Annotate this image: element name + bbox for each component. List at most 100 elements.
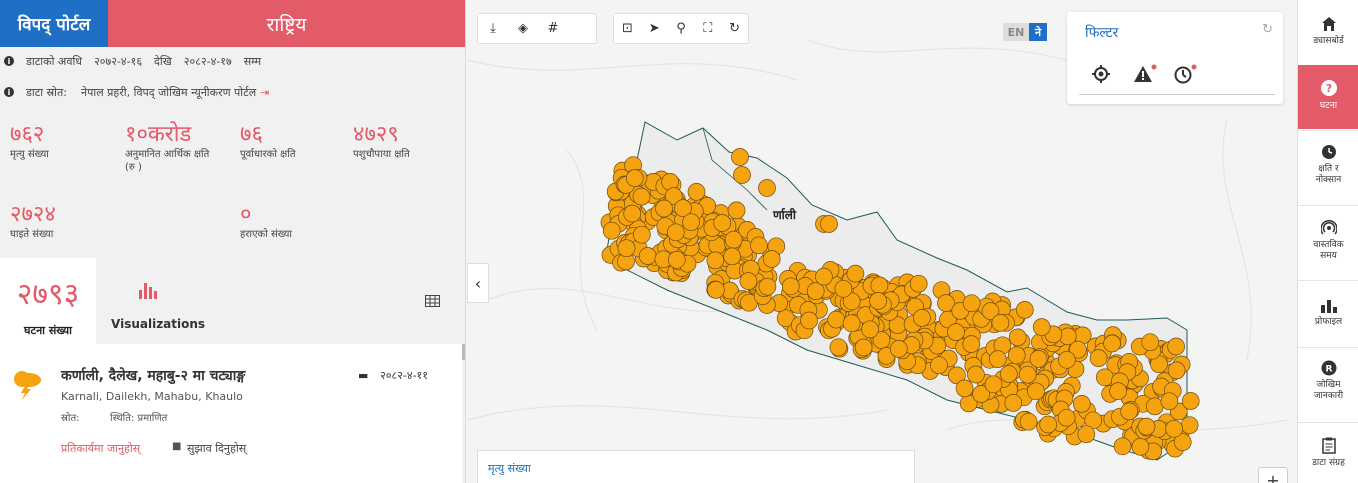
incident-marker[interactable] <box>667 250 686 269</box>
lang-en-button[interactable]: EN <box>1003 23 1029 41</box>
incident-marker[interactable] <box>655 199 673 218</box>
incident-marker[interactable] <box>666 223 685 242</box>
incident-marker[interactable] <box>889 340 908 358</box>
incident-marker[interactable] <box>1008 328 1027 347</box>
incident-marker[interactable] <box>602 221 621 240</box>
nav-realtime[interactable]: वास्तविक समय <box>1298 206 1358 278</box>
incident-marker[interactable] <box>758 277 777 296</box>
layers-icon[interactable]: ◈ <box>508 14 538 44</box>
incident-marker[interactable] <box>727 201 746 220</box>
incident-marker[interactable] <box>1077 425 1096 444</box>
incident-marker[interactable] <box>1004 394 1023 412</box>
incident-marker[interactable] <box>988 350 1007 368</box>
collapse-panel-button[interactable]: ‹ <box>467 263 489 303</box>
incident-marker[interactable] <box>909 274 928 293</box>
incident-marker[interactable] <box>623 204 642 223</box>
incident-marker[interactable] <box>984 375 1003 394</box>
incident-marker[interactable] <box>846 264 865 283</box>
incident-marker[interactable] <box>1165 419 1183 438</box>
incident-marker[interactable] <box>1089 349 1108 367</box>
incident-marker[interactable] <box>1141 333 1160 352</box>
incident-marker[interactable] <box>713 214 732 232</box>
incident-marker[interactable] <box>638 247 657 265</box>
map-area[interactable]: ⤓ ◈ # ⊡ ➤ ⚲ ⛶ ↻ EN ने फिल्टर ↻ ‹ र्णाली … <box>467 0 1297 483</box>
time-filter-icon[interactable] <box>1173 64 1197 84</box>
incident-marker[interactable] <box>1072 395 1091 413</box>
incident-marker[interactable] <box>1019 412 1038 431</box>
map-pin-icon[interactable]: ⚲ <box>668 14 695 44</box>
incident-marker[interactable] <box>1057 408 1076 427</box>
incident-title[interactable]: कर्णाली, दैलेख, महाबु-२ मा चट्याङ्ग <box>61 366 245 385</box>
incident-marker[interactable] <box>632 225 651 244</box>
incident-marker[interactable] <box>632 187 651 206</box>
incident-marker[interactable] <box>617 239 636 258</box>
incident-marker[interactable] <box>955 379 974 398</box>
incident-marker[interactable] <box>842 314 861 333</box>
incident-marker[interactable] <box>707 281 725 299</box>
refresh-icon[interactable]: ↻ <box>721 14 748 44</box>
lang-ne-button[interactable]: ने <box>1029 23 1047 41</box>
nav-loss-damage[interactable]: क्षति र नोक्सान <box>1298 131 1358 203</box>
incident-marker[interactable] <box>913 309 931 327</box>
reset-filter-icon[interactable]: ↻ <box>1262 22 1273 37</box>
incident-marker[interactable] <box>724 230 743 249</box>
incident-marker[interactable] <box>1131 437 1150 456</box>
incident-marker[interactable] <box>1007 346 1026 365</box>
incident-marker[interactable] <box>1167 361 1186 380</box>
scrollbar[interactable] <box>462 344 465 360</box>
incident-card[interactable]: कर्णाली, दैलेख, महाबु-२ मा चट्याङ्ग ▬ २०… <box>0 344 462 483</box>
incident-marker[interactable] <box>815 267 833 286</box>
incident-marker[interactable] <box>861 320 879 339</box>
incident-marker[interactable] <box>1120 402 1139 421</box>
tab-incident-count[interactable]: २७९३ घटना संख्या <box>0 258 96 344</box>
incident-marker[interactable] <box>962 294 981 313</box>
grid-icon[interactable]: # <box>538 14 568 44</box>
table-icon[interactable] <box>425 295 440 307</box>
incident-marker[interactable] <box>723 247 741 266</box>
incident-marker[interactable] <box>1103 334 1121 353</box>
incident-marker[interactable] <box>829 338 848 357</box>
zoom-area-icon[interactable]: ⊡ <box>614 14 641 44</box>
incident-marker[interactable] <box>781 277 800 296</box>
incident-marker[interactable] <box>1160 392 1179 411</box>
download-icon[interactable]: ⤓ <box>478 14 508 44</box>
incident-marker[interactable] <box>1095 368 1114 387</box>
incident-marker[interactable] <box>854 338 873 357</box>
locate-arrow-icon[interactable]: ➤ <box>641 14 668 44</box>
incident-marker[interactable] <box>739 272 758 290</box>
nav-data-archive[interactable]: डाटा संग्रह <box>1298 423 1358 483</box>
hazard-warning-icon[interactable] <box>1133 64 1157 84</box>
incident-marker[interactable] <box>870 276 889 295</box>
incident-marker[interactable] <box>706 251 725 270</box>
incident-marker[interactable] <box>930 356 948 375</box>
incident-marker[interactable] <box>1029 350 1048 368</box>
incident-marker[interactable] <box>820 215 838 233</box>
incident-marker[interactable] <box>1167 337 1185 356</box>
brand-title[interactable]: विपद् पोर्टल <box>0 0 108 47</box>
external-link-icon[interactable]: ⇥ <box>260 86 269 99</box>
incident-marker[interactable] <box>800 311 818 330</box>
incident-marker[interactable] <box>834 279 853 298</box>
incident-marker[interactable] <box>1137 417 1156 436</box>
incident-marker[interactable] <box>1032 318 1051 336</box>
tab-visualizations[interactable]: Visualizations <box>108 258 205 344</box>
incident-marker[interactable] <box>869 292 887 310</box>
incident-marker[interactable] <box>1180 416 1199 435</box>
incident-marker[interactable] <box>750 236 768 255</box>
nav-risk-info[interactable]: R जोखिम जानकारी <box>1298 348 1358 420</box>
incident-marker[interactable] <box>762 250 781 268</box>
incident-marker[interactable] <box>991 314 1010 332</box>
incident-marker[interactable] <box>967 365 985 384</box>
incident-marker[interactable] <box>758 179 776 197</box>
incident-marker[interactable] <box>1018 365 1037 384</box>
incident-marker[interactable] <box>731 148 749 166</box>
nav-incidents[interactable]: ? घटना <box>1298 65 1358 129</box>
incident-marker[interactable] <box>962 335 981 353</box>
incident-marker[interactable] <box>1057 350 1076 369</box>
go-to-response-link[interactable]: प्रतिकार्यमा जानुहोस् <box>61 441 140 456</box>
incident-marker[interactable] <box>999 365 1018 383</box>
location-target-icon[interactable] <box>1091 64 1111 84</box>
incident-marker[interactable] <box>827 310 846 329</box>
incident-marker[interactable] <box>733 166 751 184</box>
region-selector[interactable]: राष्ट्रिय <box>108 0 465 47</box>
